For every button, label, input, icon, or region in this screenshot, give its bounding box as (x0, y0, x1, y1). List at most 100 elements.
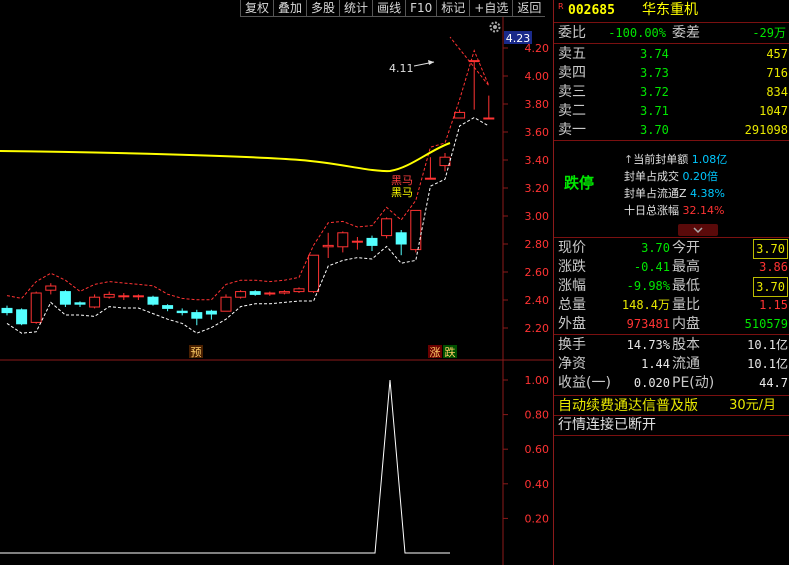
mark-tag-zhang[interactable]: 涨 (430, 346, 441, 359)
candle (1, 307, 13, 314)
fundamental-value: 10.1亿 (747, 357, 788, 371)
ask-price: 3.70 (640, 123, 669, 137)
ask-row[interactable]: 卖五 3.74 457 (554, 45, 789, 63)
toolbar-f10-button[interactable]: F10 (405, 0, 437, 17)
fundamental-value: 10.1亿 (747, 338, 788, 352)
quote-panel: R 002685 华东重机 委比 -100.00% 委差 -29万 卖五 3.74… (553, 0, 789, 565)
chevron-down-icon (693, 227, 703, 234)
fundamental-label: 换手 (558, 337, 586, 353)
price-axis-label: 3.80 (525, 98, 550, 111)
ask-volume: 291098 (744, 123, 788, 137)
ask-row[interactable]: 卖一 3.70 291098 (554, 121, 789, 139)
candle (235, 291, 247, 298)
kline-chart[interactable]: 4.204.003.803.603.403.203.002.802.602.40… (0, 0, 553, 565)
price-axis-label: 2.40 (525, 294, 550, 307)
stat-value: -9.98% (626, 279, 670, 293)
candle (132, 295, 144, 298)
candle (366, 237, 378, 246)
fundamental-value: 0.020 (633, 376, 670, 390)
stat-label: 现价 (558, 240, 586, 256)
stat-label: 总量 (558, 297, 586, 313)
fundamental-row: 净资 1.44 流通 10.1亿 (554, 355, 789, 373)
price-axis-label: 3.00 (525, 210, 550, 223)
chart-toolbar: 复权 叠加 多股 统计 画线 F10 标记 +自选 返回 (240, 0, 546, 17)
candle (205, 310, 217, 315)
stat-row: 外盘 973481 内盘 510579 (554, 315, 789, 333)
stat-value: 1.15 (759, 298, 788, 312)
stat-value: 148.4万 (621, 298, 670, 312)
candle (424, 177, 436, 180)
toolbar-tongji-button[interactable]: 统计 (339, 0, 373, 17)
toolbar-add-watchlist-button[interactable]: +自选 (469, 0, 513, 17)
stat-value: 3.70 (753, 239, 788, 259)
stock-code[interactable]: 002685 (568, 2, 615, 20)
ad-row[interactable]: 自动续费通达信普及版 30元/月 (554, 397, 789, 415)
stat-value: 3.70 (641, 241, 670, 255)
fundamental-row: 收益(一) 0.020 PE(动) 44.7 (554, 374, 789, 392)
price-axis-label: 2.60 (525, 266, 550, 279)
indicator-axis-label: 0.40 (525, 478, 550, 491)
candle (439, 156, 451, 167)
mark-tag-die[interactable]: 跌 (445, 345, 456, 359)
fundamental-row: 换手 14.73% 股本 10.1亿 (554, 336, 789, 354)
mark-tag-yu[interactable]: 预 (191, 346, 202, 359)
candle (191, 312, 203, 319)
toolbar-fuquan-button[interactable]: 复权 (240, 0, 274, 17)
ask-row[interactable]: 卖三 3.72 834 (554, 83, 789, 101)
candle (30, 292, 42, 323)
ad-price[interactable]: 30元/月 (729, 397, 776, 415)
fundamental-label: 流通 (672, 356, 700, 372)
stock-badge: R (558, 2, 564, 11)
candle (176, 310, 188, 314)
ask-row[interactable]: 卖二 3.71 1047 (554, 102, 789, 120)
stat-value: 510579 (744, 317, 788, 331)
candle (351, 240, 363, 243)
current-price-tag: 4.23 (506, 32, 531, 45)
candle (147, 296, 159, 305)
toolbar-biaoji-button[interactable]: 标记 (436, 0, 470, 17)
toolbar-back-button[interactable]: 返回 (512, 0, 546, 17)
expand-toggle[interactable] (678, 224, 718, 236)
weicha-value: -29万 (752, 26, 786, 40)
ask-label: 卖四 (558, 65, 586, 81)
stat-label: 涨幅 (558, 278, 586, 294)
pin-icon: ↑ (624, 153, 634, 166)
candle (293, 288, 305, 293)
stock-name[interactable]: 华东重机 (642, 1, 698, 19)
fundamental-label: 净资 (558, 356, 586, 372)
toolbar-huaxian-button[interactable]: 画线 (372, 0, 406, 17)
indicator-axis-label: 0.80 (525, 409, 550, 422)
gear-icon[interactable] (488, 20, 502, 34)
toolbar-duogu-button[interactable]: 多股 (306, 0, 340, 17)
stat-label: 内盘 (672, 316, 700, 332)
candle (118, 295, 130, 298)
fundamental-label: PE(动) (672, 375, 715, 391)
ask-volume: 457 (766, 47, 788, 61)
candle (162, 305, 174, 309)
limit-info-value: 32.14% (682, 204, 725, 217)
ask-label: 卖三 (558, 84, 586, 100)
candle (381, 218, 393, 237)
toolbar-diejia-button[interactable]: 叠加 (273, 0, 307, 17)
weibi-label: 委比 (558, 25, 586, 41)
candle (395, 232, 407, 245)
ask-label: 卖一 (558, 122, 586, 138)
stat-label: 今开 (672, 240, 700, 256)
ask-price: 3.72 (640, 85, 669, 99)
ask-price: 3.73 (640, 66, 669, 80)
stat-label: 外盘 (558, 316, 586, 332)
stat-value: -0.41 (633, 260, 670, 274)
price-axis-label: 2.80 (525, 238, 550, 251)
stat-label: 最高 (672, 259, 700, 275)
candle (220, 296, 232, 312)
limit-state: 跌停 (564, 174, 595, 192)
overlay-text-2: 黑马 (391, 186, 413, 199)
ask-row[interactable]: 卖四 3.73 716 (554, 64, 789, 82)
moving-average-line (0, 142, 451, 173)
ad-text[interactable]: 自动续费通达信普及版 (558, 397, 698, 415)
limit-info-row: 封单占流通Z 4.38% (624, 185, 725, 201)
candle (278, 291, 290, 294)
candle (16, 309, 28, 325)
limit-info-row: 封单占成交 0.20倍 (624, 168, 718, 184)
kline-chart-area[interactable]: 4.20 4.00 3.80 3.60 3.40 3.20 3.00 2.80 2.60 2.40… (0, 0, 553, 565)
